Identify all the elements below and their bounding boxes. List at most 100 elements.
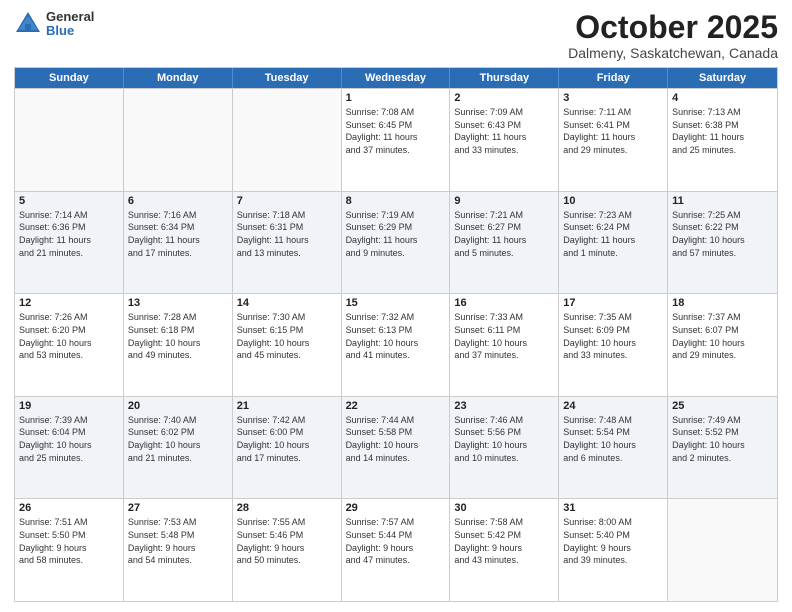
cell-info: Sunrise: 7:19 AM Sunset: 6:29 PM Dayligh… [346, 209, 446, 259]
calendar-row-1: 5 Sunrise: 7:14 AM Sunset: 6:36 PM Daylig… [15, 191, 777, 294]
cell-info: Sunrise: 7:11 AM Sunset: 6:41 PM Dayligh… [563, 106, 663, 156]
cell-info: Sunrise: 7:23 AM Sunset: 6:24 PM Dayligh… [563, 209, 663, 259]
month-title: October 2025 [568, 10, 778, 45]
cell-info: Sunrise: 7:35 AM Sunset: 6:09 PM Dayligh… [563, 311, 663, 361]
calendar-cell-2-3: 15 Sunrise: 7:32 AM Sunset: 6:13 PM Dayli… [342, 294, 451, 396]
cell-date: 14 [237, 297, 337, 309]
header: General Blue October 2025 Dalmeny, Saska… [14, 10, 778, 61]
calendar-row-2: 12 Sunrise: 7:26 AM Sunset: 6:20 PM Dayli… [15, 293, 777, 396]
logo-blue-text: Blue [46, 24, 94, 38]
cell-date: 8 [346, 195, 446, 207]
calendar-cell-4-0: 26 Sunrise: 7:51 AM Sunset: 5:50 PM Dayli… [15, 499, 124, 601]
cell-info: Sunrise: 7:14 AM Sunset: 6:36 PM Dayligh… [19, 209, 119, 259]
calendar-cell-2-6: 18 Sunrise: 7:37 AM Sunset: 6:07 PM Dayli… [668, 294, 777, 396]
cell-info: Sunrise: 8:00 AM Sunset: 5:40 PM Dayligh… [563, 516, 663, 566]
calendar-cell-2-1: 13 Sunrise: 7:28 AM Sunset: 6:18 PM Dayli… [124, 294, 233, 396]
cell-info: Sunrise: 7:09 AM Sunset: 6:43 PM Dayligh… [454, 106, 554, 156]
cell-date: 18 [672, 297, 773, 309]
calendar-cell-3-5: 24 Sunrise: 7:48 AM Sunset: 5:54 PM Dayli… [559, 397, 668, 499]
calendar-row-4: 26 Sunrise: 7:51 AM Sunset: 5:50 PM Dayli… [15, 498, 777, 601]
calendar-cell-0-1 [124, 89, 233, 191]
cell-info: Sunrise: 7:44 AM Sunset: 5:58 PM Dayligh… [346, 414, 446, 464]
calendar-cell-3-0: 19Sunrise: 7:39 AM Sunset: 6:04 PM Dayli… [15, 397, 124, 499]
calendar-cell-0-6: 4Sunrise: 7:13 AM Sunset: 6:38 PM Daylig… [668, 89, 777, 191]
cell-info: Sunrise: 7:25 AM Sunset: 6:22 PM Dayligh… [672, 209, 773, 259]
calendar-cell-4-4: 30 Sunrise: 7:58 AM Sunset: 5:42 PM Dayli… [450, 499, 559, 601]
cell-date: 11 [672, 195, 773, 207]
calendar-cell-3-3: 22 Sunrise: 7:44 AM Sunset: 5:58 PM Dayli… [342, 397, 451, 499]
cell-date: 26 [19, 502, 119, 514]
cell-info: Sunrise: 7:46 AM Sunset: 5:56 PM Dayligh… [454, 414, 554, 464]
cell-info: Sunrise: 7:28 AM Sunset: 6:18 PM Dayligh… [128, 311, 228, 361]
calendar-cell-3-2: 21 Sunrise: 7:42 AM Sunset: 6:00 PM Dayli… [233, 397, 342, 499]
cell-date: 28 [237, 502, 337, 514]
logo-icon [14, 10, 42, 38]
calendar-cell-4-6 [668, 499, 777, 601]
cell-date: 21 [237, 400, 337, 412]
cell-date: 3 [563, 92, 663, 104]
weekday-header-friday: Friday [559, 68, 668, 88]
cell-info: Sunrise: 7:51 AM Sunset: 5:50 PM Dayligh… [19, 516, 119, 566]
cell-date: 10 [563, 195, 663, 207]
cell-date: 5 [19, 195, 119, 207]
cell-info: Sunrise: 7:33 AM Sunset: 6:11 PM Dayligh… [454, 311, 554, 361]
cell-date: 23 [454, 400, 554, 412]
calendar: SundayMondayTuesdayWednesdayThursdayFrid… [14, 67, 778, 602]
cell-info: Sunrise: 7:37 AM Sunset: 6:07 PM Dayligh… [672, 311, 773, 361]
weekday-header-saturday: Saturday [668, 68, 777, 88]
calendar-cell-0-5: 3 Sunrise: 7:11 AM Sunset: 6:41 PM Daylig… [559, 89, 668, 191]
cell-date: 30 [454, 502, 554, 514]
calendar-cell-0-3: 1Sunrise: 7:08 AM Sunset: 6:45 PM Daylig… [342, 89, 451, 191]
location: Dalmeny, Saskatchewan, Canada [568, 45, 778, 61]
cell-date: 12 [19, 297, 119, 309]
calendar-cell-4-3: 29Sunrise: 7:57 AM Sunset: 5:44 PM Dayli… [342, 499, 451, 601]
calendar-cell-0-4: 2 Sunrise: 7:09 AM Sunset: 6:43 PM Daylig… [450, 89, 559, 191]
cell-info: Sunrise: 7:48 AM Sunset: 5:54 PM Dayligh… [563, 414, 663, 464]
calendar-cell-1-6: 11 Sunrise: 7:25 AM Sunset: 6:22 PM Dayli… [668, 192, 777, 294]
cell-date: 25 [672, 400, 773, 412]
cell-info: Sunrise: 7:16 AM Sunset: 6:34 PM Dayligh… [128, 209, 228, 259]
calendar-cell-2-2: 14 Sunrise: 7:30 AM Sunset: 6:15 PM Dayli… [233, 294, 342, 396]
cell-date: 29 [346, 502, 446, 514]
weekday-header-monday: Monday [124, 68, 233, 88]
cell-info: Sunrise: 7:40 AM Sunset: 6:02 PM Dayligh… [128, 414, 228, 464]
calendar-cell-2-5: 17 Sunrise: 7:35 AM Sunset: 6:09 PM Dayli… [559, 294, 668, 396]
calendar-cell-1-5: 10 Sunrise: 7:23 AM Sunset: 6:24 PM Dayli… [559, 192, 668, 294]
cell-info: Sunrise: 7:30 AM Sunset: 6:15 PM Dayligh… [237, 311, 337, 361]
cell-info: Sunrise: 7:49 AM Sunset: 5:52 PM Dayligh… [672, 414, 773, 464]
calendar-row-3: 19Sunrise: 7:39 AM Sunset: 6:04 PM Dayli… [15, 396, 777, 499]
weekday-header-thursday: Thursday [450, 68, 559, 88]
cell-date: 27 [128, 502, 228, 514]
cell-info: Sunrise: 7:21 AM Sunset: 6:27 PM Dayligh… [454, 209, 554, 259]
cell-info: Sunrise: 7:58 AM Sunset: 5:42 PM Dayligh… [454, 516, 554, 566]
weekday-header-sunday: Sunday [15, 68, 124, 88]
calendar-cell-3-4: 23 Sunrise: 7:46 AM Sunset: 5:56 PM Dayli… [450, 397, 559, 499]
cell-date: 17 [563, 297, 663, 309]
cell-date: 9 [454, 195, 554, 207]
calendar-body: 1Sunrise: 7:08 AM Sunset: 6:45 PM Daylig… [15, 88, 777, 601]
calendar-cell-0-0 [15, 89, 124, 191]
cell-date: 20 [128, 400, 228, 412]
calendar-cell-2-4: 16 Sunrise: 7:33 AM Sunset: 6:11 PM Dayli… [450, 294, 559, 396]
cell-date: 2 [454, 92, 554, 104]
cell-info: Sunrise: 7:26 AM Sunset: 6:20 PM Dayligh… [19, 311, 119, 361]
cell-info: Sunrise: 7:55 AM Sunset: 5:46 PM Dayligh… [237, 516, 337, 566]
logo-text: General Blue [46, 10, 94, 39]
cell-info: Sunrise: 7:32 AM Sunset: 6:13 PM Dayligh… [346, 311, 446, 361]
calendar-cell-1-0: 5 Sunrise: 7:14 AM Sunset: 6:36 PM Daylig… [15, 192, 124, 294]
logo-general-text: General [46, 10, 94, 24]
cell-info: Sunrise: 7:39 AM Sunset: 6:04 PM Dayligh… [19, 414, 119, 464]
cell-date: 15 [346, 297, 446, 309]
cell-date: 13 [128, 297, 228, 309]
cell-date: 16 [454, 297, 554, 309]
cell-date: 1 [346, 92, 446, 104]
cell-date: 24 [563, 400, 663, 412]
calendar-cell-0-2 [233, 89, 342, 191]
calendar-cell-4-2: 28 Sunrise: 7:55 AM Sunset: 5:46 PM Dayli… [233, 499, 342, 601]
cell-date: 22 [346, 400, 446, 412]
calendar-cell-3-1: 20 Sunrise: 7:40 AM Sunset: 6:02 PM Dayli… [124, 397, 233, 499]
calendar-cell-1-1: 6Sunrise: 7:16 AM Sunset: 6:34 PM Daylig… [124, 192, 233, 294]
calendar-cell-3-6: 25 Sunrise: 7:49 AM Sunset: 5:52 PM Dayli… [668, 397, 777, 499]
cell-info: Sunrise: 7:18 AM Sunset: 6:31 PM Dayligh… [237, 209, 337, 259]
cell-info: Sunrise: 7:42 AM Sunset: 6:00 PM Dayligh… [237, 414, 337, 464]
